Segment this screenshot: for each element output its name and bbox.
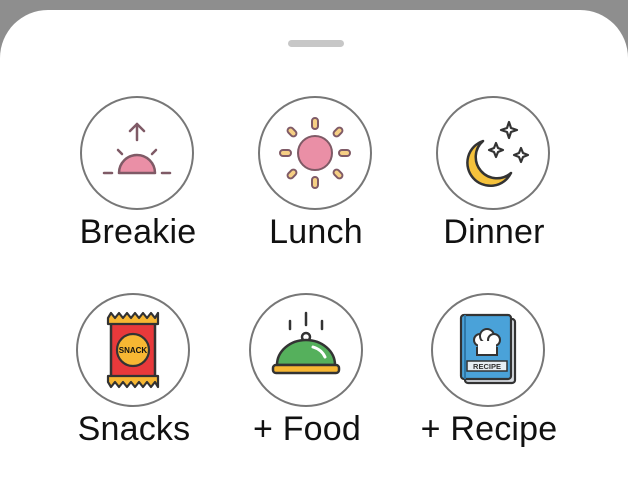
breakie-circle[interactable]	[80, 96, 194, 210]
sheet-grabber[interactable]	[288, 40, 344, 47]
snacks-circle[interactable]: SNACK	[76, 293, 190, 407]
recipe-book-icon: RECIPE	[459, 313, 517, 385]
lunch-circle[interactable]	[258, 96, 372, 210]
option-breakie[interactable]: Breakie	[53, 96, 223, 266]
add-food-circle[interactable]	[249, 293, 363, 407]
add-food-label: + Food	[253, 410, 361, 448]
add-recipe-label: + Recipe	[420, 410, 558, 448]
snack-bag-icon: SNACK	[106, 311, 160, 389]
add-recipe-circle[interactable]: RECIPE	[431, 293, 545, 407]
bottom-sheet: Breakie Lunch Dinner SNACK Snacks + Food…	[0, 10, 628, 480]
option-lunch[interactable]: Lunch	[231, 96, 401, 266]
snack-bag-text: SNACK	[119, 346, 148, 355]
option-dinner[interactable]: Dinner	[409, 96, 579, 266]
option-snacks[interactable]: SNACK Snacks	[49, 293, 219, 463]
dinner-label: Dinner	[443, 213, 545, 251]
sun-icon	[279, 117, 351, 189]
sunrise-icon	[102, 122, 172, 175]
option-add-food[interactable]: + Food	[222, 293, 392, 463]
dinner-circle[interactable]	[436, 96, 550, 210]
recipe-book-text: RECIPE	[473, 362, 501, 371]
option-add-recipe[interactable]: RECIPE + Recipe	[404, 293, 574, 463]
moon-stars-icon	[466, 120, 530, 187]
food-cloche-icon	[271, 311, 341, 375]
